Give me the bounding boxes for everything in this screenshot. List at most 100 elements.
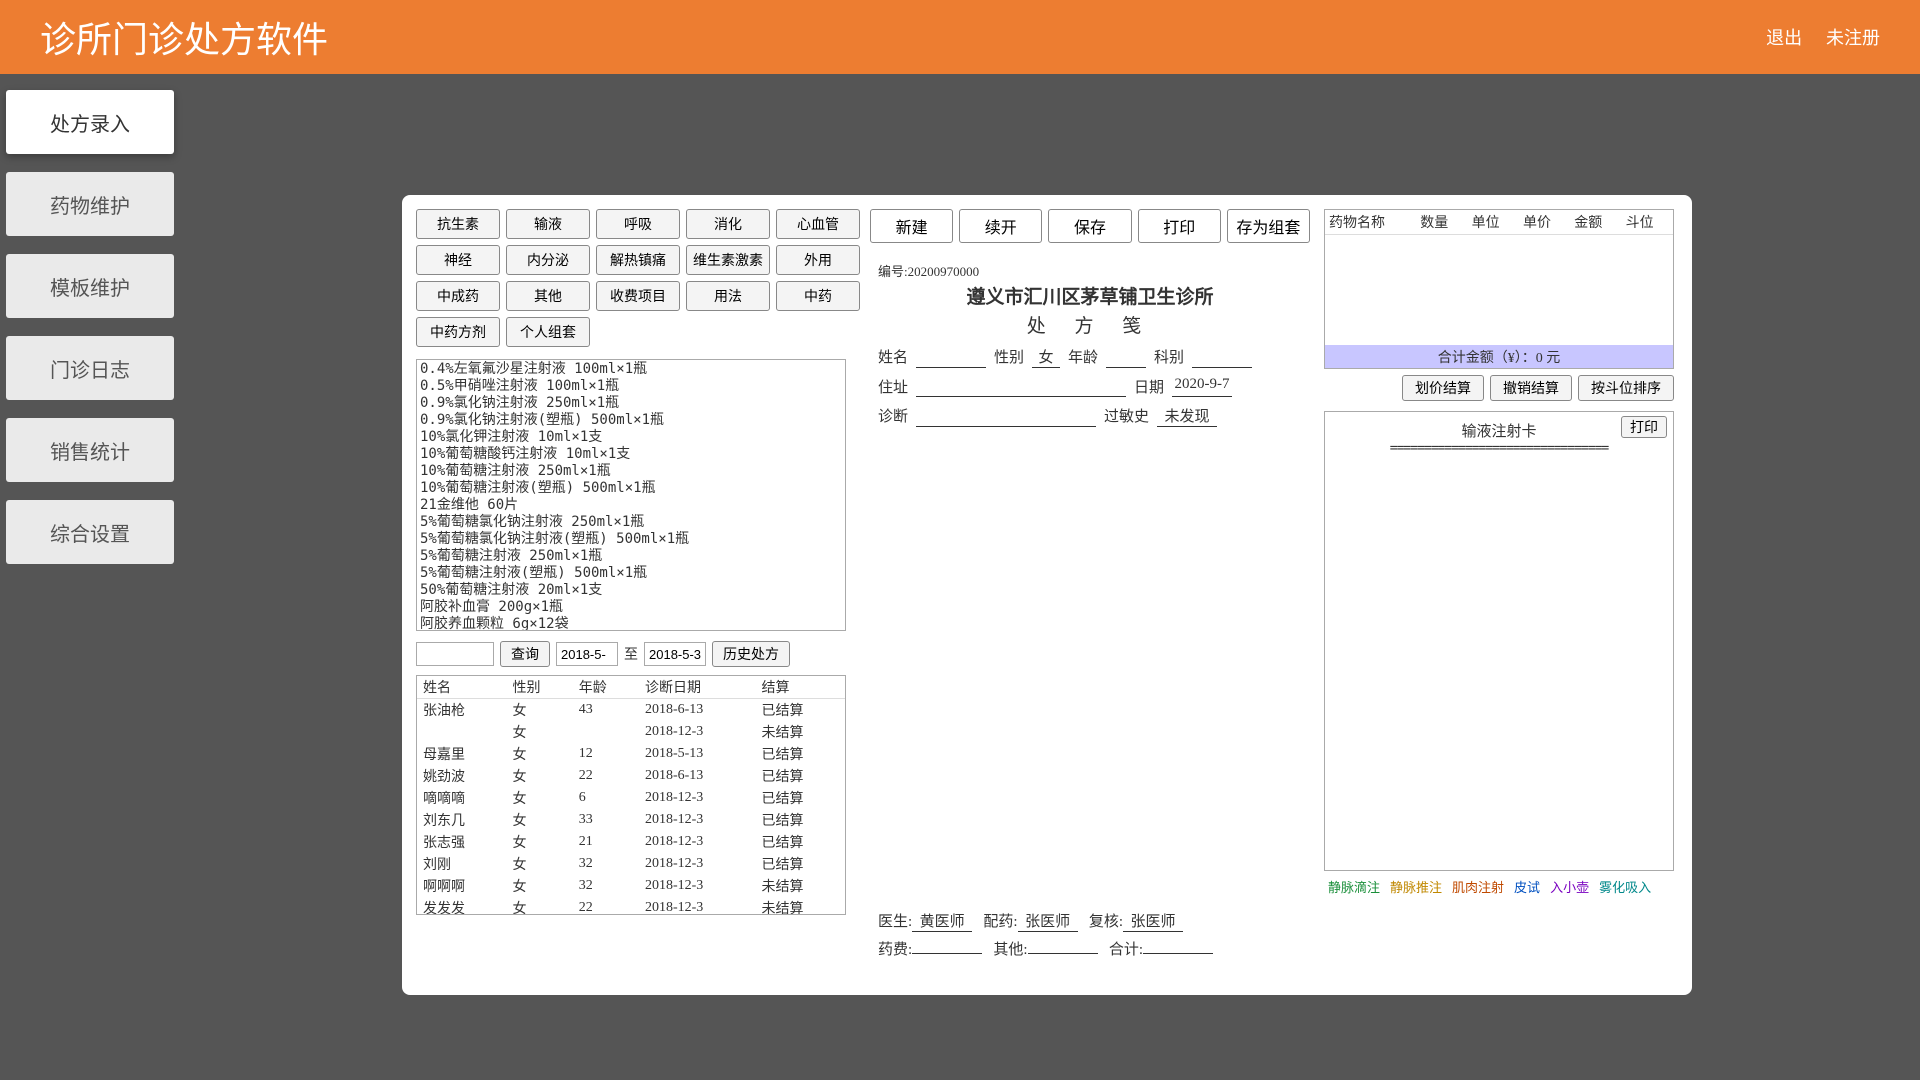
label-dispense: 配药: (983, 914, 1017, 930)
category-button[interactable]: 中药 (776, 281, 860, 311)
legend-item: 雾化吸入 (1599, 877, 1651, 896)
field-addr[interactable] (916, 376, 1126, 397)
label-date: 日期 (1134, 376, 1164, 397)
right-column: 药物名称数量单位单价金额斗位 合计金额（¥）：0 元 划价结算撤销结算按斗位排序… (1324, 209, 1674, 896)
sidebar-item[interactable]: 门诊日志 (6, 336, 174, 400)
category-button[interactable]: 维生素激素 (686, 245, 770, 275)
action-button[interactable]: 存为组套 (1227, 209, 1310, 243)
settle-button[interactable]: 划价结算 (1402, 375, 1484, 401)
table-row[interactable]: 啊啊啊女322018-12-3未结算 (417, 875, 845, 897)
search-input[interactable] (416, 642, 494, 666)
field-allergy[interactable]: 未发现 (1157, 405, 1217, 427)
field-dept[interactable] (1192, 346, 1252, 368)
print-card-button[interactable]: 打印 (1621, 416, 1667, 438)
label-age: 年龄 (1068, 346, 1098, 368)
field-age[interactable] (1106, 346, 1146, 368)
top-action-bar: 新建续开保存打印存为组套 (870, 209, 1310, 243)
field-doctor: 黄医师 (912, 910, 972, 932)
infusion-card: 打印 输液注射卡 ===============================… (1324, 411, 1674, 871)
table-row[interactable]: 张志强女212018-12-3已结算 (417, 831, 845, 853)
prescription-column: 新建续开保存打印存为组套 编号:20200970000 遵义市汇川区茅草铺卫生诊… (870, 209, 1310, 979)
category-button[interactable]: 解热镇痛 (596, 245, 680, 275)
left-column: 抗生素输液呼吸消化心血管神经内分泌解热镇痛维生素激素外用中成药其他收费项目用法中… (416, 209, 856, 915)
action-button[interactable]: 新建 (870, 209, 953, 243)
category-button[interactable]: 中成药 (416, 281, 500, 311)
logout-link[interactable]: 退出 (1766, 28, 1802, 48)
app-title: 诊所门诊处方软件 (40, 11, 328, 63)
table-row[interactable]: 发发发女222018-12-3未结算 (417, 897, 845, 915)
table-row[interactable]: 母嘉里女122018-5-13已结算 (417, 743, 845, 765)
header: 诊所门诊处方软件 退出 未注册 (0, 0, 1920, 74)
rx-footer: 医生:黄医师 配药:张医师 复核:张医师 药费: 其他: 合计: (878, 904, 1302, 959)
category-button[interactable]: 其他 (506, 281, 590, 311)
legend-item: 皮试 (1514, 877, 1540, 896)
sidebar-item[interactable]: 处方录入 (6, 90, 174, 154)
action-button[interactable]: 打印 (1138, 209, 1221, 243)
label-total: 合计: (1109, 942, 1143, 958)
category-button[interactable]: 用法 (686, 281, 770, 311)
date-from-input[interactable] (556, 642, 618, 666)
picked-drug-panel: 药物名称数量单位单价金额斗位 合计金额（¥）：0 元 (1324, 209, 1674, 369)
total-amount: 合计金额（¥）：0 元 (1325, 345, 1673, 369)
history-rx-button[interactable]: 历史处方 (712, 641, 790, 667)
table-row[interactable]: 张油枪女432018-6-13已结算 (417, 699, 845, 722)
category-button[interactable]: 个人组套 (506, 317, 590, 347)
query-button[interactable]: 查询 (500, 641, 550, 667)
field-date[interactable]: 2020-9-7 (1172, 376, 1232, 397)
field-fee (912, 953, 982, 954)
field-total (1143, 953, 1213, 954)
field-sex[interactable]: 女 (1032, 346, 1060, 368)
category-button[interactable]: 外用 (776, 245, 860, 275)
label-sex: 性别 (994, 346, 1024, 368)
category-button[interactable]: 内分泌 (506, 245, 590, 275)
label-diag: 诊断 (878, 405, 908, 427)
category-button[interactable]: 呼吸 (596, 209, 680, 239)
field-name[interactable] (916, 346, 986, 368)
label-other: 其他: (993, 942, 1027, 958)
category-button[interactable]: 中药方剂 (416, 317, 500, 347)
legend-item: 入小壶 (1550, 877, 1589, 896)
unregistered-link[interactable]: 未注册 (1826, 28, 1880, 48)
field-check: 张医师 (1123, 910, 1183, 932)
action-button[interactable]: 保存 (1048, 209, 1131, 243)
category-grid: 抗生素输液呼吸消化心血管神经内分泌解热镇痛维生素激素外用中成药其他收费项目用法中… (416, 209, 856, 347)
prescription-paper: 编号:20200970000 遵义市汇川区茅草铺卫生诊所 处 方 笺 姓名 性别… (870, 255, 1310, 975)
sidebar-item[interactable]: 综合设置 (6, 500, 174, 564)
clinic-title: 遵义市汇川区茅草铺卫生诊所 (878, 282, 1302, 309)
rx-subtitle: 处 方 笺 (878, 311, 1302, 338)
legend-item: 肌肉注射 (1452, 877, 1504, 896)
sidebar: 处方录入药物维护模板维护门诊日志销售统计综合设置 (6, 90, 174, 582)
category-button[interactable]: 输液 (506, 209, 590, 239)
sidebar-item[interactable]: 模板维护 (6, 254, 174, 318)
sidebar-item[interactable]: 销售统计 (6, 418, 174, 482)
label-check: 复核: (1089, 914, 1123, 930)
field-other (1028, 953, 1098, 954)
patient-table-wrap[interactable]: 姓名性别年龄诊断日期结算 张油枪女432018-6-13已结算女2018-12-… (416, 675, 846, 915)
header-actions: 退出 未注册 (1746, 24, 1880, 50)
settle-button[interactable]: 撤销结算 (1490, 375, 1572, 401)
rx-no-value: 20200970000 (908, 264, 980, 279)
date-to-input[interactable] (644, 642, 706, 666)
patient-table: 姓名性别年龄诊断日期结算 张油枪女432018-6-13已结算女2018-12-… (417, 676, 845, 915)
category-button[interactable]: 消化 (686, 209, 770, 239)
table-row[interactable]: 刘东几女332018-12-3已结算 (417, 809, 845, 831)
field-diag[interactable] (916, 405, 1096, 427)
infusion-title: 输液注射卡 (1331, 420, 1667, 441)
legend-item: 静脉滴注 (1328, 877, 1380, 896)
category-button[interactable]: 收费项目 (596, 281, 680, 311)
category-button[interactable]: 神经 (416, 245, 500, 275)
infusion-divider: ================================ (1331, 441, 1667, 456)
action-button[interactable]: 续开 (959, 209, 1042, 243)
table-row[interactable]: 嘀嘀嘀女62018-12-3已结算 (417, 787, 845, 809)
sidebar-item[interactable]: 药物维护 (6, 172, 174, 236)
table-row[interactable]: 姚劲波女222018-6-13已结算 (417, 765, 845, 787)
label-dept: 科别 (1154, 346, 1184, 368)
label-fee: 药费: (878, 942, 912, 958)
category-button[interactable]: 抗生素 (416, 209, 500, 239)
to-label: 至 (624, 644, 638, 664)
category-button[interactable]: 心血管 (776, 209, 860, 239)
table-row[interactable]: 女2018-12-3未结算 (417, 721, 845, 743)
drug-list[interactable]: 0.4%左氧氟沙星注射液 100ml×1瓶 0.5%甲硝唑注射液 100ml×1… (416, 359, 846, 631)
settle-button[interactable]: 按斗位排序 (1578, 375, 1674, 401)
table-row[interactable]: 刘刚女322018-12-3已结算 (417, 853, 845, 875)
